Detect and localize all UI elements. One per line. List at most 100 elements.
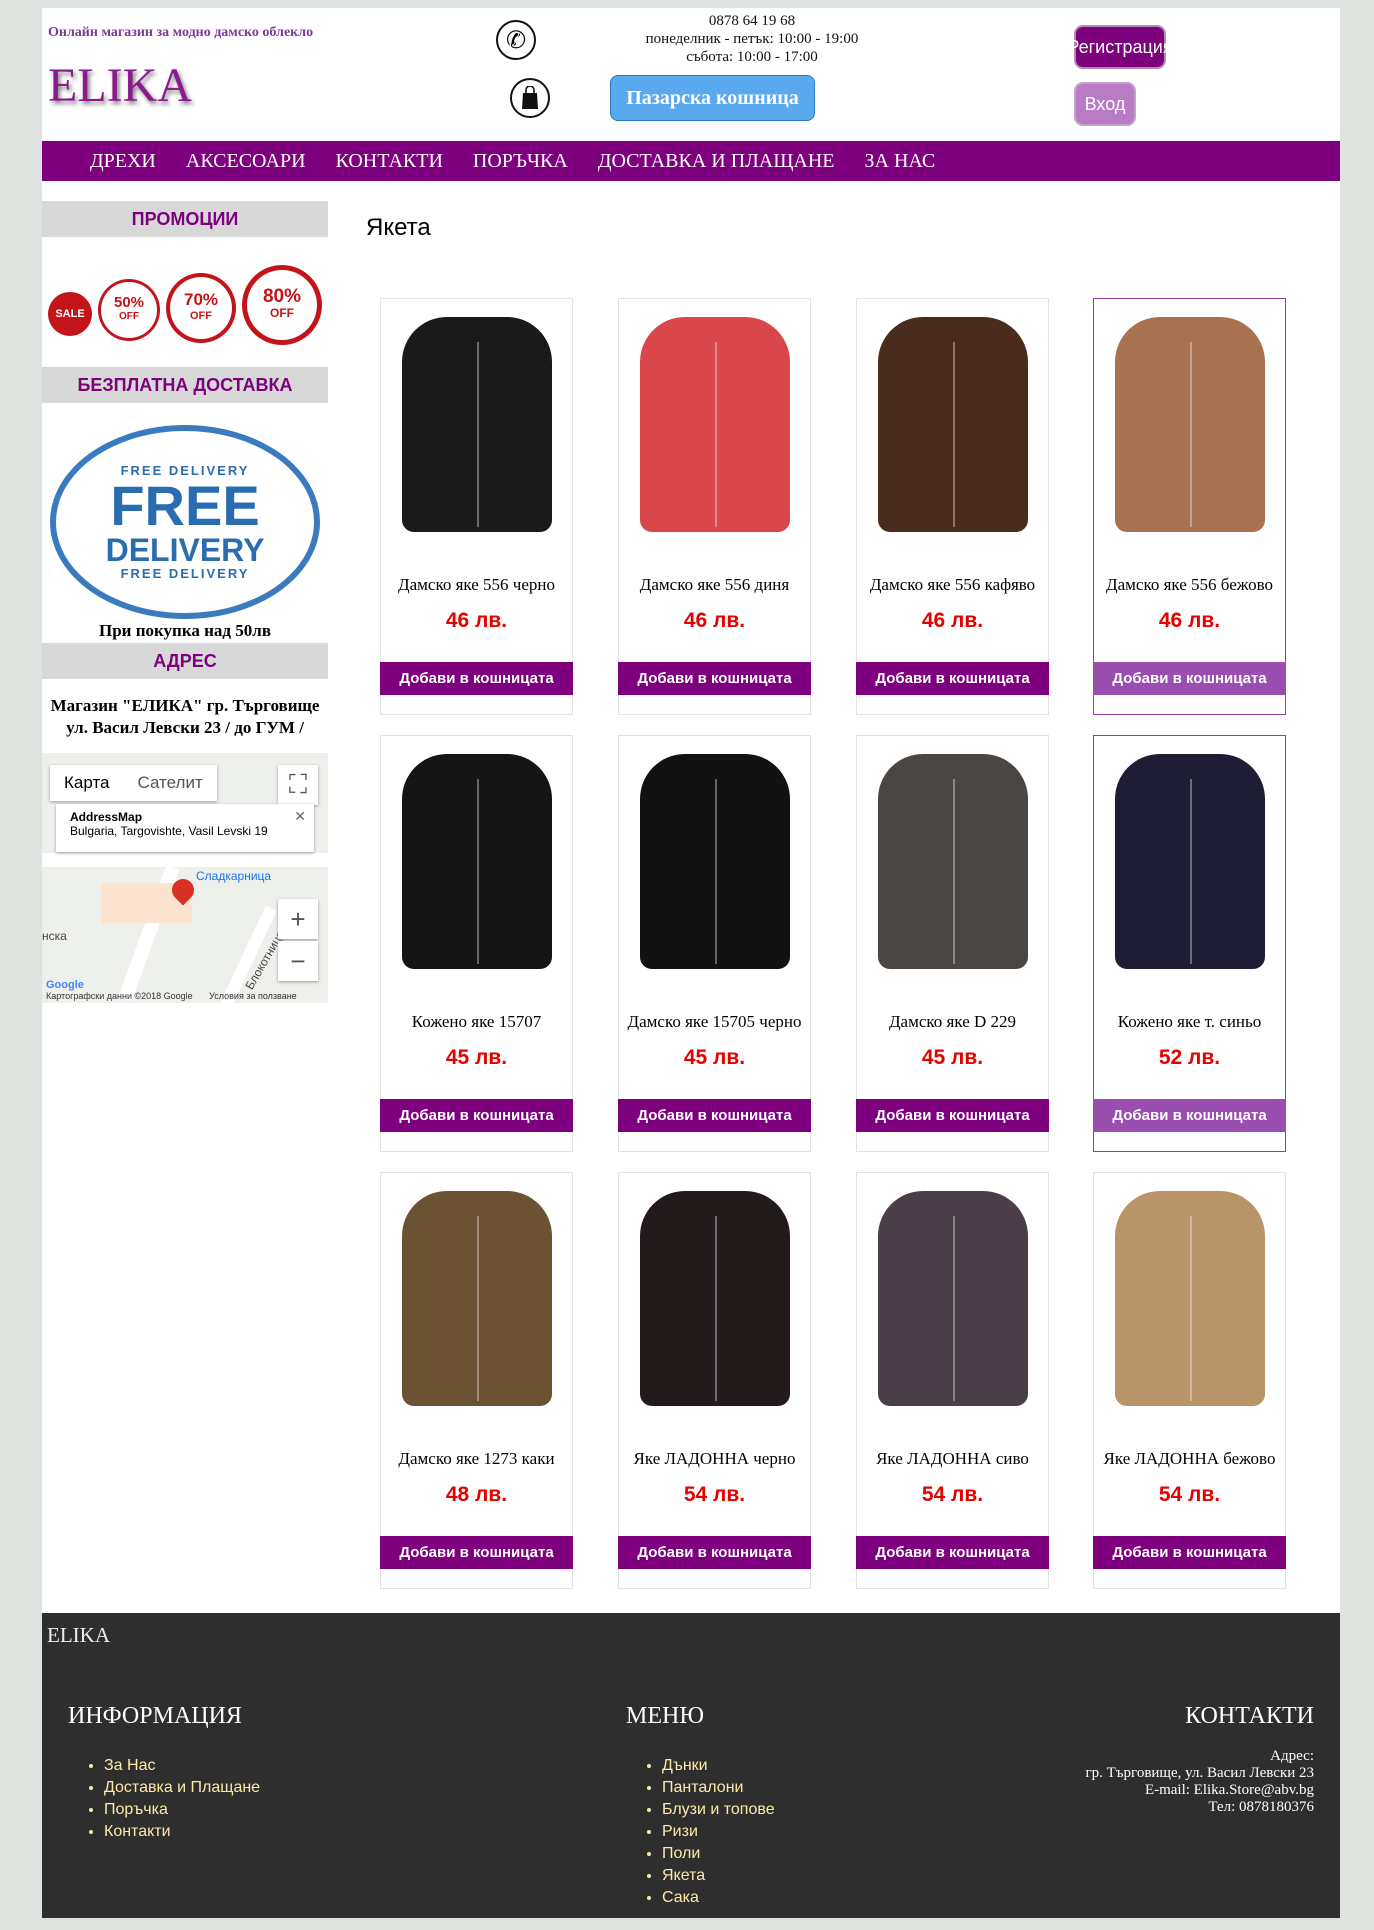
add-to-cart-button[interactable]: Добави в кошницата [1093,1536,1286,1569]
hours-saturday: събота: 10:00 - 17:00 [686,49,818,65]
footer-contact-info: Адрес: гр. Търговище, ул. Васил Левски 2… [1085,1748,1314,1815]
add-to-cart-button[interactable]: Добави в кошницата [618,662,811,695]
product-name[interactable]: Дамско яке 556 бежово [1094,575,1285,595]
free-delivery-banner[interactable]: FREE DELIVERY FREE DELIVERY FREE DELIVER… [42,403,328,640]
product-image [1114,316,1265,532]
login-button[interactable]: Вход [1074,82,1136,126]
add-to-cart-button[interactable]: Добави в кошницата [856,1536,1049,1569]
product-card[interactable]: Дамско яке D 229 45 лв. Добави в кошница… [856,735,1049,1152]
delivery-heading: БЕЗПЛАТНА ДОСТАВКА [42,367,328,403]
phone-number[interactable]: 0878 64 19 68 [582,12,922,30]
product-card[interactable]: Дамско яке 1273 каки 48 лв. Добави в кош… [380,1172,573,1589]
add-to-cart-button[interactable]: Добави в кошницата [380,1536,573,1569]
footer-menu-jackets[interactable]: Якета [662,1865,775,1887]
add-to-cart-button[interactable]: Добави в кошницата [380,1099,573,1132]
product-card[interactable]: Дамско яке 15705 черно 45 лв. Добави в к… [618,735,811,1152]
contact-info: 0878 64 19 68 понеделник - петък: 10:00 … [582,12,922,66]
map-left-label: нска [42,929,67,943]
product-name[interactable]: Яке ЛАДОННА бежово [1094,1449,1285,1469]
product-card[interactable]: Дамско яке 556 диня 46 лв. Добави в кошн… [618,298,811,715]
product-card[interactable]: Кожено яке т. синьо 52 лв. Добави в кошн… [1093,735,1286,1152]
product-price: 45 лв. [921,1046,984,1069]
add-to-cart-button[interactable]: Добави в кошницата [618,1099,811,1132]
register-button[interactable]: Регистрация [1067,25,1173,69]
product-card[interactable]: Яке ЛАДОННА бежово 54 лв. Добави в кошни… [1093,1172,1286,1589]
add-to-cart-button[interactable]: Добави в кошницата [856,1099,1049,1132]
product-image [639,316,790,532]
address-map[interactable]: Карта Сателит ⛶ AddressMap Bulgaria, Tar… [42,753,328,1003]
product-name[interactable]: Кожено яке т. синьо [1094,1012,1285,1032]
product-card[interactable]: Дамско яке 556 бежово 46 лв. Добави в ко… [1093,298,1286,715]
nav-about[interactable]: ЗА НАС [864,150,935,173]
footer-menu-shirts[interactable]: Ризи [662,1821,775,1843]
footer-info-links: За Нас Доставка и Плащане Поръчка Контак… [84,1755,260,1843]
promo-heading: ПРОМОЦИИ [42,201,328,237]
product-name[interactable]: Дамско яке 556 кафяво [857,575,1048,595]
nav-accessories[interactable]: АКСЕСОАРИ [186,150,306,173]
map-place-label: Сладкарница [196,869,272,883]
footer-link-about[interactable]: За Нас [104,1755,260,1777]
product-name[interactable]: Дамско яке 1273 каки [381,1449,572,1469]
product-image [877,1190,1028,1406]
zoom-in-icon[interactable]: + [278,899,318,939]
product-image [1114,753,1265,969]
footer-link-contacts[interactable]: Контакти [104,1821,260,1843]
footer-menu-trousers[interactable]: Панталони [662,1777,775,1799]
fullscreen-icon[interactable]: ⛶ [278,765,318,805]
footer-link-delivery[interactable]: Доставка и Плащане [104,1777,260,1799]
product-name[interactable]: Дамско яке 556 черно [381,575,572,595]
page: Онлайн магазин за модно дамско облекло E… [42,8,1340,1918]
product-name[interactable]: Дамско яке D 229 [857,1012,1048,1032]
nav-contacts[interactable]: КОНТАКТИ [336,150,443,173]
product-card[interactable]: Кожено яке 15707 45 лв. Добави в кошница… [380,735,573,1152]
product-name[interactable]: Яке ЛАДОННА черно [619,1449,810,1469]
footer-link-order[interactable]: Поръчка [104,1799,260,1821]
add-to-cart-button[interactable]: Добави в кошницата [618,1536,811,1569]
footer-menu-blouses[interactable]: Блузи и топове [662,1799,775,1821]
google-logo: Google [46,979,84,991]
product-image [1114,1190,1265,1406]
product-name[interactable]: Кожено яке 15707 [381,1012,572,1032]
footer-menu-links: Дънки Панталони Блузи и топове Ризи Поли… [642,1755,775,1909]
hours-weekdays: понеделник - петък: 10:00 - 19:00 [645,31,859,47]
footer-menu-blazers[interactable]: Сака [662,1887,775,1909]
footer-menu-skirts[interactable]: Поли [662,1843,775,1865]
nav-delivery[interactable]: ДОСТАВКА И ПЛАЩАНЕ [598,150,835,173]
product-name[interactable]: Яке ЛАДОННА сиво [857,1449,1048,1469]
sidebar: ПРОМОЦИИ SALE 50% OFF 70% OFF 80% OFF БЕЗПЛ… [42,201,328,1003]
footer-menu-jeans[interactable]: Дънки [662,1755,775,1777]
cart-button[interactable]: Пазарска кошница [610,75,815,121]
store-address: Магазин "ЕЛИКА" гр. Търговище ул. Васил … [50,696,320,737]
product-name[interactable]: Дамско яке 556 диня [619,575,810,595]
add-to-cart-button[interactable]: Добави в кошницата [856,662,1049,695]
nav-order[interactable]: ПОРЪЧКА [473,150,568,173]
delivery-caption: При покупка над 50лв [98,621,272,640]
product-card[interactable]: Яке ЛАДОННА сиво 54 лв. Добави в кошница… [856,1172,1049,1589]
add-to-cart-button[interactable]: Добави в кошницата [380,662,573,695]
nav-clothes[interactable]: ДРЕХИ [90,150,156,173]
product-card[interactable]: Дамско яке 556 кафяво 46 лв. Добави в ко… [856,298,1049,715]
main-nav: ДРЕХИ АКСЕСОАРИ КОНТАКТИ ПОРЪЧКА ДОСТАВК… [42,141,1340,181]
product-card[interactable]: Яке ЛАДОННА черно 54 лв. Добави в кошниц… [618,1172,811,1589]
map-info-card: AddressMap Bulgaria, Targovishte, Vasil … [56,804,314,852]
product-price: 54 лв. [683,1483,746,1506]
product-card[interactable]: Дамско яке 556 черно 46 лв. Добави в кош… [380,298,573,715]
footer-brand: ELIKA [47,1623,110,1647]
add-to-cart-button[interactable]: Добави в кошницата [1093,1099,1286,1132]
product-price: 46 лв. [921,609,984,632]
product-name[interactable]: Дамско яке 15705 черно [619,1012,810,1032]
map-tab-satellite[interactable]: Сателит [124,765,217,801]
logo[interactable]: ELIKA [48,58,192,113]
footer: ELIKA ИНФОРМАЦИЯ За Нас Доставка и Плаща… [42,1613,1340,1918]
promo-badges[interactable]: SALE 50% OFF 70% OFF 80% OFF [42,237,328,367]
address-heading: АДРЕС [42,643,328,679]
close-icon[interactable]: ✕ [294,808,306,825]
zoom-out-icon[interactable]: − [278,941,318,981]
map-terms-link[interactable]: Условия за ползване [209,991,297,1001]
shopping-bag-icon[interactable] [510,78,550,118]
add-to-cart-button[interactable]: Добави в кошницата [1093,662,1286,695]
map-tab-map[interactable]: Карта [50,765,124,801]
product-price: 54 лв. [1158,1483,1221,1506]
footer-info-heading: ИНФОРМАЦИЯ [68,1703,242,1729]
product-price: 45 лв. [445,1046,508,1069]
